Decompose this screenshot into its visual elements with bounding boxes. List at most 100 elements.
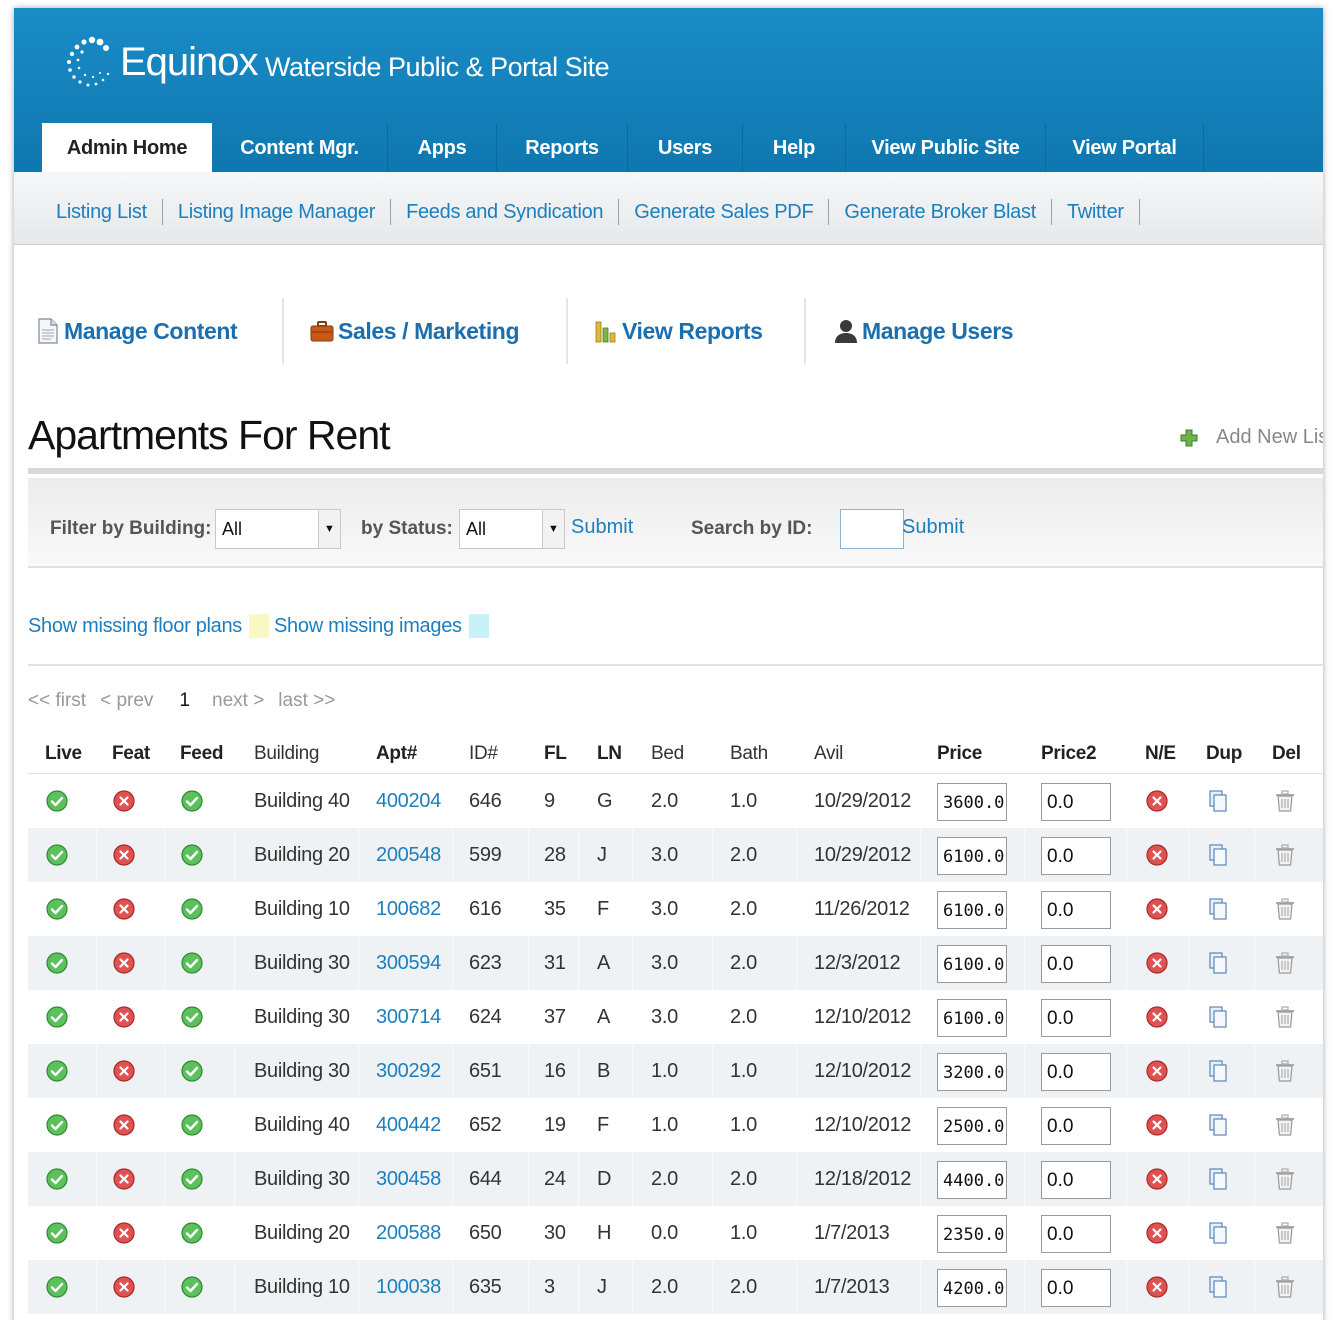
feed-check-icon[interactable] [180,1167,204,1191]
col-ne[interactable]: N/E [1145,743,1176,765]
price-input[interactable]: 2500.0 [937,1107,1007,1145]
apt-link[interactable]: 300458 [376,1168,441,1191]
col-feat[interactable]: Feat [112,743,150,765]
duplicate-icon[interactable] [1206,789,1230,813]
col-ln[interactable]: LN [597,743,622,765]
status-select[interactable]: All ▼ [459,509,565,549]
feat-x-icon[interactable] [112,1005,136,1029]
pager-first-link[interactable]: << first [28,690,86,712]
col-live[interactable]: Live [45,743,82,765]
price2-input[interactable]: 0.0 [1041,1053,1111,1091]
price2-input[interactable]: 0.0 [1041,891,1111,929]
feed-check-icon[interactable] [180,789,204,813]
trash-icon[interactable] [1273,951,1297,975]
price2-input[interactable]: 0.0 [1041,1107,1111,1145]
col-building[interactable]: Building [254,743,320,765]
tab-admin-home[interactable]: Admin Home [42,123,212,172]
subnav-listing-image-manager[interactable]: Listing Image Manager [178,201,375,224]
trash-icon[interactable] [1273,843,1297,867]
subnav-twitter[interactable]: Twitter [1067,201,1124,224]
trash-icon[interactable] [1273,1059,1297,1083]
subnav-generate-broker-blast[interactable]: Generate Broker Blast [844,201,1036,224]
price2-input[interactable]: 0.0 [1041,783,1111,821]
ne-x-icon[interactable] [1145,951,1169,975]
feat-x-icon[interactable] [112,1275,136,1299]
search-id-input[interactable] [840,509,904,549]
feat-x-icon[interactable] [112,789,136,813]
feat-x-icon[interactable] [112,843,136,867]
filter-submit-button[interactable]: Submit [571,516,633,539]
price2-input[interactable]: 0.0 [1041,945,1111,983]
show-missing-images-link[interactable]: Show missing images [274,615,462,638]
trash-icon[interactable] [1273,1005,1297,1029]
ne-x-icon[interactable] [1145,1005,1169,1029]
apt-link[interactable]: 400442 [376,1114,441,1137]
price2-input[interactable]: 0.0 [1041,1161,1111,1199]
duplicate-icon[interactable] [1206,951,1230,975]
feed-check-icon[interactable] [180,1113,204,1137]
price-input[interactable]: 6100.0 [937,837,1007,875]
col-avil[interactable]: Avil [814,743,843,765]
feed-check-icon[interactable] [180,1005,204,1029]
live-check-icon[interactable] [45,1275,69,1299]
apt-link[interactable]: 200548 [376,844,441,867]
apt-link[interactable]: 300714 [376,1006,441,1029]
tab-view-public-site[interactable]: View Public Site [846,123,1046,172]
feat-x-icon[interactable] [112,1167,136,1191]
feat-x-icon[interactable] [112,897,136,921]
ne-x-icon[interactable] [1145,789,1169,813]
feed-check-icon[interactable] [180,1275,204,1299]
duplicate-icon[interactable] [1206,1005,1230,1029]
live-check-icon[interactable] [45,843,69,867]
live-check-icon[interactable] [45,1167,69,1191]
live-check-icon[interactable] [45,1005,69,1029]
col-feed[interactable]: Feed [180,743,223,765]
price2-input[interactable]: 0.0 [1041,837,1111,875]
subnav-listing-list[interactable]: Listing List [56,201,147,224]
price-input[interactable]: 6100.0 [937,945,1007,983]
pager-next-link[interactable]: next > [212,690,264,712]
feed-check-icon[interactable] [180,897,204,921]
trash-icon[interactable] [1273,789,1297,813]
apt-link[interactable]: 100682 [376,898,441,921]
duplicate-icon[interactable] [1206,1221,1230,1245]
col-id[interactable]: ID# [469,743,498,765]
manage-users-link[interactable]: Manage Users [806,298,1046,364]
tab-reports[interactable]: Reports [497,123,628,172]
feed-check-icon[interactable] [180,843,204,867]
apt-link[interactable]: 200588 [376,1222,441,1245]
subnav-generate-sales-pdf[interactable]: Generate Sales PDF [634,201,813,224]
ne-x-icon[interactable] [1145,1275,1169,1299]
live-check-icon[interactable] [45,1059,69,1083]
live-check-icon[interactable] [45,897,69,921]
tab-content-mgr[interactable]: Content Mgr. [212,123,388,172]
pager-prev-link[interactable]: < prev [100,690,153,712]
col-price2[interactable]: Price2 [1041,743,1097,765]
ne-x-icon[interactable] [1145,1221,1169,1245]
duplicate-icon[interactable] [1206,1059,1230,1083]
subnav-feeds-syndication[interactable]: Feeds and Syndication [406,201,603,224]
col-bed[interactable]: Bed [651,743,684,765]
price-input[interactable]: 6100.0 [937,999,1007,1037]
col-fl[interactable]: FL [544,743,567,765]
feed-check-icon[interactable] [180,1059,204,1083]
sales-marketing-link[interactable]: Sales / Marketing [284,298,566,364]
trash-icon[interactable] [1273,1167,1297,1191]
apt-link[interactable]: 300594 [376,952,441,975]
show-missing-floor-plans-link[interactable]: Show missing floor plans [28,615,242,638]
price-input[interactable]: 3600.0 [937,783,1007,821]
feat-x-icon[interactable] [112,1113,136,1137]
view-reports-link[interactable]: View Reports [568,298,804,364]
ne-x-icon[interactable] [1145,1059,1169,1083]
price2-input[interactable]: 0.0 [1041,1269,1111,1307]
feed-check-icon[interactable] [180,1221,204,1245]
ne-x-icon[interactable] [1145,1113,1169,1137]
col-bath[interactable]: Bath [730,743,768,765]
price-input[interactable]: 6100.0 [937,891,1007,929]
add-new-listing-link[interactable]: Add New Listing [1180,426,1323,449]
tab-help[interactable]: Help [743,123,846,172]
live-check-icon[interactable] [45,1221,69,1245]
trash-icon[interactable] [1273,1275,1297,1299]
manage-content-link[interactable]: Manage Content [36,298,282,364]
col-price[interactable]: Price [937,743,982,765]
